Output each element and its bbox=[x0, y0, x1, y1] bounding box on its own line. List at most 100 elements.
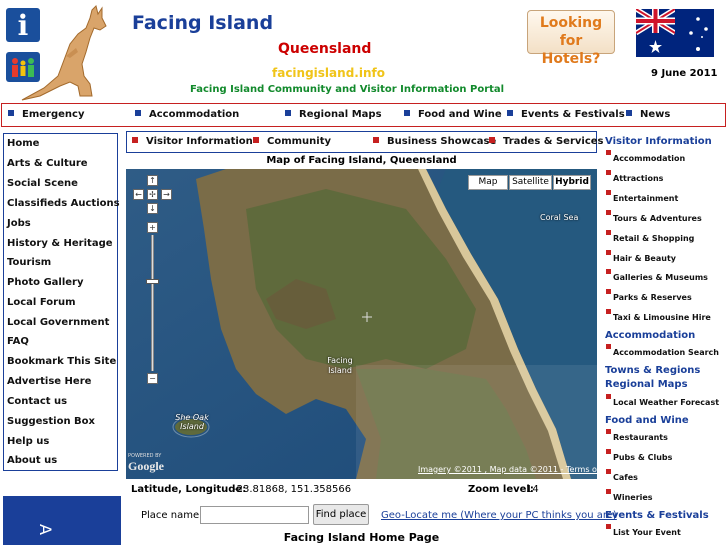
leftnav-item-arts-culture[interactable]: Arts & Culture bbox=[7, 158, 88, 169]
leftnav-item-help[interactable]: Help us bbox=[7, 436, 49, 447]
hotels-button-line1: Looking for bbox=[539, 15, 603, 49]
leftnav-item-tourism[interactable]: Tourism bbox=[7, 257, 51, 268]
right-item-attractions[interactable]: Attractions bbox=[606, 170, 663, 183]
right-heading-visitor-information[interactable]: Visitor Information bbox=[605, 136, 712, 147]
subnav-label: Business Showcase bbox=[387, 136, 497, 147]
bullet-icon bbox=[606, 429, 611, 434]
zoom-slider-track[interactable] bbox=[151, 235, 154, 371]
right-heading-accommodation[interactable]: Accommodation bbox=[605, 330, 695, 341]
bullet-icon bbox=[404, 110, 410, 116]
right-item-cafes[interactable]: Cafes bbox=[606, 469, 638, 482]
pan-right-icon[interactable]: → bbox=[161, 189, 172, 200]
hotels-button[interactable]: Looking for Hotels? bbox=[527, 10, 615, 67]
topnav-label: Food and Wine bbox=[418, 109, 502, 120]
right-item-accommodation[interactable]: Accommodation bbox=[606, 150, 686, 163]
pan-center-icon[interactable]: ✢ bbox=[147, 189, 158, 200]
leftnav-item-bookmark[interactable]: Bookmark This Site bbox=[7, 356, 116, 367]
map-label-she-oak-line1: She Oak bbox=[175, 413, 209, 422]
australia-flag-icon bbox=[634, 6, 714, 57]
bullet-icon bbox=[606, 489, 611, 494]
zoom-out-icon[interactable]: − bbox=[147, 373, 158, 384]
topnav-item-regional-maps[interactable]: Regional Maps bbox=[285, 109, 382, 120]
pan-up-icon[interactable]: ↑ bbox=[147, 175, 158, 186]
bullet-icon bbox=[373, 137, 379, 143]
map-type-map-button[interactable]: Map bbox=[468, 175, 508, 190]
right-heading-towns-regions[interactable]: Towns & Regions bbox=[605, 365, 700, 376]
right-item-tours-adventures[interactable]: Tours & Adventures bbox=[606, 210, 702, 223]
subnav-item-business-showcase[interactable]: Business Showcase bbox=[373, 136, 496, 147]
right-item-local-weather[interactable]: Local Weather Forecast bbox=[606, 394, 720, 407]
leftnav-item-home[interactable]: Home bbox=[7, 138, 39, 149]
right-heading-regional-maps[interactable]: Regional Maps bbox=[605, 379, 688, 390]
info-icon[interactable]: i bbox=[6, 8, 40, 42]
zoom-in-icon[interactable]: + bbox=[147, 222, 158, 233]
leftnav-item-history-heritage[interactable]: History & Heritage bbox=[7, 238, 113, 249]
geolocate-link[interactable]: Geo-Locate me (Where your PC thinks you … bbox=[381, 510, 617, 521]
topnav-item-emergency[interactable]: Emergency bbox=[8, 109, 84, 120]
right-item-hair-beauty[interactable]: Hair & Beauty bbox=[606, 250, 676, 263]
satellite-map[interactable]: Map Satellite Hybrid ↑ ← ✢ → ↓ + − Coral… bbox=[126, 169, 597, 479]
right-item-pubs-clubs[interactable]: Pubs & Clubs bbox=[606, 449, 672, 462]
right-item-label: Accommodation Search bbox=[613, 348, 719, 357]
find-place-button[interactable]: Find place bbox=[313, 504, 369, 525]
subnav-item-visitor-information[interactable]: Visitor Information bbox=[132, 136, 253, 147]
bullet-icon bbox=[606, 210, 611, 215]
right-item-taxi-limousine[interactable]: Taxi & Limousine Hire bbox=[606, 309, 711, 322]
map-attribution[interactable]: Imagery ©2011 , Map data ©2011 - Terms o… bbox=[418, 465, 597, 474]
topnav-item-events-festivals[interactable]: Events & Festivals bbox=[507, 109, 625, 120]
leftnav-item-jobs[interactable]: Jobs bbox=[7, 218, 31, 229]
topnav-label: Accommodation bbox=[149, 109, 240, 120]
right-item-list-your-event[interactable]: List Your Event bbox=[606, 524, 681, 537]
right-item-label: Local Weather Forecast bbox=[613, 398, 720, 407]
right-item-restaurants[interactable]: Restaurants bbox=[606, 429, 668, 442]
family-icon[interactable] bbox=[6, 52, 40, 82]
bullet-icon bbox=[606, 469, 611, 474]
right-item-label: Parks & Reserves bbox=[613, 293, 692, 302]
leftnav-item-suggestion-box[interactable]: Suggestion Box bbox=[7, 416, 95, 427]
topnav-item-food-and-wine[interactable]: Food and Wine bbox=[404, 109, 502, 120]
right-heading-food-wine[interactable]: Food and Wine bbox=[605, 415, 689, 426]
right-item-label: Taxi & Limousine Hire bbox=[613, 313, 711, 322]
subnav-item-community[interactable]: Community bbox=[253, 136, 331, 147]
topnav-item-news[interactable]: News bbox=[626, 109, 670, 120]
leftnav-item-local-forum[interactable]: Local Forum bbox=[7, 297, 76, 308]
zoom-slider-handle[interactable] bbox=[146, 279, 159, 284]
leftnav-item-photo-gallery[interactable]: Photo Gallery bbox=[7, 277, 84, 288]
topnav-label: Regional Maps bbox=[299, 109, 382, 120]
leftnav-item-about[interactable]: About us bbox=[7, 455, 57, 466]
side-banner[interactable]: A bbox=[3, 496, 121, 545]
leftnav-item-contact[interactable]: Contact us bbox=[7, 396, 67, 407]
place-name-input[interactable] bbox=[200, 506, 309, 524]
map-type-satellite-button[interactable]: Satellite bbox=[509, 175, 552, 190]
topnav-label: News bbox=[640, 109, 671, 120]
leftnav-item-local-government[interactable]: Local Government bbox=[7, 317, 109, 328]
right-heading-events-festivals[interactable]: Events & Festivals bbox=[605, 510, 709, 521]
right-item-accommodation-search[interactable]: Accommodation Search bbox=[606, 344, 719, 357]
right-item-wineries[interactable]: Wineries bbox=[606, 489, 653, 502]
right-item-galleries-museums[interactable]: Galleries & Museums bbox=[606, 269, 708, 282]
right-item-label: Accommodation bbox=[613, 154, 686, 163]
map-title: Map of Facing Island, Queensland bbox=[266, 155, 457, 166]
leftnav-item-advertise[interactable]: Advertise Here bbox=[7, 376, 91, 387]
right-item-label: Restaurants bbox=[613, 433, 668, 442]
leftnav-item-classifieds-auctions[interactable]: Classifieds Auctions bbox=[7, 198, 120, 209]
leftnav-item-faq[interactable]: FAQ bbox=[7, 336, 29, 347]
bullet-icon bbox=[253, 137, 259, 143]
topnav-item-accommodation[interactable]: Accommodation bbox=[135, 109, 239, 120]
pan-left-icon[interactable]: ← bbox=[133, 189, 144, 200]
bullet-icon bbox=[606, 170, 611, 175]
bullet-icon bbox=[606, 230, 611, 235]
zoom-label: Zoom level: bbox=[468, 484, 534, 495]
right-item-entertainment[interactable]: Entertainment bbox=[606, 190, 678, 203]
pan-down-icon[interactable]: ↓ bbox=[147, 203, 158, 214]
domain-label: facingisland.info bbox=[272, 66, 385, 80]
right-item-parks-reserves[interactable]: Parks & Reserves bbox=[606, 289, 692, 302]
leftnav-item-social-scene[interactable]: Social Scene bbox=[7, 178, 78, 189]
map-type-hybrid-button[interactable]: Hybrid bbox=[553, 175, 591, 190]
topnav-label: Emergency bbox=[22, 109, 85, 120]
google-logo[interactable]: Google bbox=[128, 459, 164, 474]
coords-label: Latitude, Longitude: bbox=[131, 484, 247, 495]
subnav-item-trades-services[interactable]: Trades & Services bbox=[489, 136, 604, 147]
right-item-retail-shopping[interactable]: Retail & Shopping bbox=[606, 230, 694, 243]
bullet-icon bbox=[606, 269, 611, 274]
